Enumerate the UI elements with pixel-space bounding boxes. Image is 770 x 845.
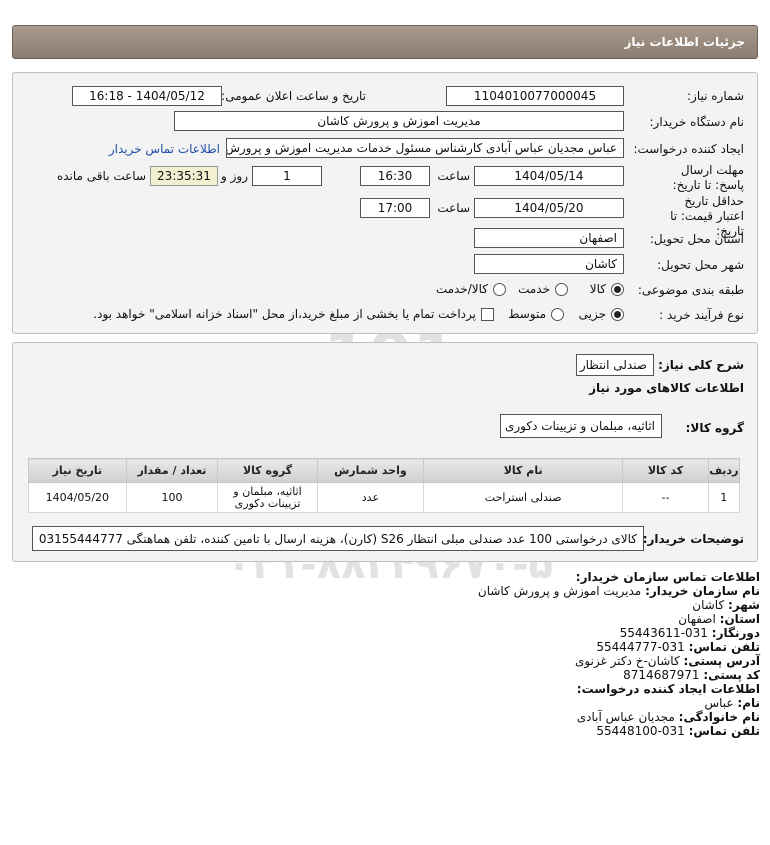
remaining-label: ساعت باقی مانده bbox=[56, 169, 146, 183]
announce-field: 1404/05/12 - 16:18 bbox=[72, 86, 222, 106]
need-number-label: شماره نیاز: bbox=[687, 89, 744, 103]
buyer-notes-label: توضیحات خریدار: bbox=[642, 532, 744, 546]
category-label: طبقه بندی موضوعی: bbox=[637, 283, 744, 297]
treasury-checkbox[interactable] bbox=[481, 308, 494, 321]
treasury-text: پرداخت تمام یا بخشی از مبلغ خرید،از محل … bbox=[93, 307, 476, 321]
summary-field: صندلی انتظار bbox=[576, 354, 654, 376]
announce-label: تاریخ و ساعت اعلان عمومی: bbox=[221, 89, 366, 103]
contact-line-5: تلفن تماس: 031-55444777 bbox=[596, 640, 760, 654]
creator-field: عباس مجدیان عباس آبادی کارشناس مسئول خدم… bbox=[226, 138, 624, 158]
days-label: روز و bbox=[221, 169, 248, 183]
reply-deadline-label: مهلت ارسال پاسخ: تا تاریخ: bbox=[672, 163, 744, 192]
col-code: کد کالا bbox=[622, 458, 709, 483]
col-row: ردیف bbox=[707, 458, 741, 483]
category-service-radio[interactable] bbox=[555, 283, 568, 296]
creator-label: ایجاد کننده درخواست: bbox=[633, 142, 744, 156]
col-qty: تعداد / مقدار bbox=[125, 458, 219, 483]
category-goods-label: کالا bbox=[589, 282, 606, 296]
buyer-org-field: مدیریت اموزش و پرورش کاشان bbox=[174, 111, 624, 131]
buyer-notes-field: کالای درخواستی 100 عدد صندلی مبلی انتظار… bbox=[32, 526, 644, 551]
process-label: نوع فرآیند خرید : bbox=[659, 308, 744, 322]
contact-line-10: نام خانوادگی: مجدیان عباس آبادی bbox=[576, 710, 760, 724]
contact-line-4: دورنگار: 031-55443611 bbox=[619, 626, 760, 640]
reply-time-label: ساعت bbox=[437, 169, 470, 183]
reply-date-field: 1404/05/14 bbox=[474, 166, 624, 186]
cell-group: اثاثیه، مبلمان و تزیینات دکوری bbox=[217, 482, 318, 513]
col-group: گروه کالا bbox=[217, 458, 318, 483]
validity-time-field: 17:00 bbox=[360, 198, 430, 218]
contact-line-3: استان: اصفهان bbox=[678, 612, 760, 626]
category-both-label: کالا/خدمت bbox=[435, 282, 488, 296]
remaining-time-field: 23:35:31 bbox=[150, 166, 218, 186]
col-unit: واحد شمارش bbox=[316, 458, 424, 483]
category-both-radio[interactable] bbox=[493, 283, 506, 296]
buyer-org-label: نام دستگاه خریدار: bbox=[649, 115, 745, 129]
cell-date: 1404/05/20 bbox=[28, 482, 127, 513]
cell-code: -- bbox=[622, 482, 709, 513]
province-label: استان محل تحویل: bbox=[649, 232, 744, 246]
contact-line-8: اطلاعات ایجاد کننده درخواست: bbox=[576, 682, 760, 696]
process-medium-radio[interactable] bbox=[551, 308, 564, 321]
cell-unit: عدد bbox=[316, 482, 424, 513]
reply-days-field: 1 bbox=[252, 166, 322, 186]
validity-date-field: 1404/05/20 bbox=[474, 198, 624, 218]
table-row: 1 -- صندلی استراحت عدد اثاثیه، مبلمان و … bbox=[28, 482, 741, 513]
city-field: کاشان bbox=[474, 254, 624, 274]
summary-label: شرح کلی نیاز: bbox=[658, 358, 744, 372]
goods-group-label: گروه کالا: bbox=[685, 421, 744, 435]
window-title: جزئیات اطلاعات نیاز bbox=[12, 25, 758, 59]
cell-qty: 100 bbox=[125, 482, 219, 513]
col-date: تاریخ نیاز bbox=[28, 458, 127, 483]
buyer-contact-link[interactable]: اطلاعات تماس خریدار bbox=[109, 142, 220, 156]
cell-row: 1 bbox=[707, 482, 741, 513]
city-label: شهر محل تحویل: bbox=[657, 258, 744, 272]
province-field: اصفهان bbox=[474, 228, 624, 248]
process-small-label: جزیی bbox=[578, 307, 606, 321]
contact-line-7: کد پستی: 8714687971 bbox=[623, 668, 760, 682]
contact-line-1: نام سازمان خریدار: مدیریت اموزش و پرورش … bbox=[477, 584, 760, 598]
goods-group-field: اثاثیه، مبلمان و تزیینات دکوری bbox=[500, 414, 662, 438]
contact-line-2: شهر: کاشان bbox=[692, 598, 760, 612]
contact-line-6: آدرس پستی: کاشان-خ دکتر غزنوی bbox=[574, 654, 760, 668]
contact-line-0: اطلاعات تماس سازمان خریدار: bbox=[575, 570, 760, 584]
cell-name: صندلی استراحت bbox=[422, 482, 624, 513]
goods-table: ردیف کد کالا نام کالا واحد شمارش گروه کا… bbox=[28, 458, 741, 513]
process-medium-label: متوسط bbox=[508, 307, 546, 321]
category-goods-radio[interactable] bbox=[611, 283, 624, 296]
col-name: نام کالا bbox=[422, 458, 624, 483]
goods-header: اطلاعات کالاهای مورد نیاز bbox=[589, 381, 744, 395]
contact-line-11: تلفن تماس: 031-55448100 bbox=[596, 724, 760, 738]
process-small-radio[interactable] bbox=[611, 308, 624, 321]
need-number-field: 1104010077000045 bbox=[446, 86, 624, 106]
category-service-label: خدمت bbox=[518, 282, 550, 296]
validity-time-label: ساعت bbox=[437, 201, 470, 215]
contact-line-9: نام: عباس bbox=[704, 696, 760, 710]
reply-time-field: 16:30 bbox=[360, 166, 430, 186]
